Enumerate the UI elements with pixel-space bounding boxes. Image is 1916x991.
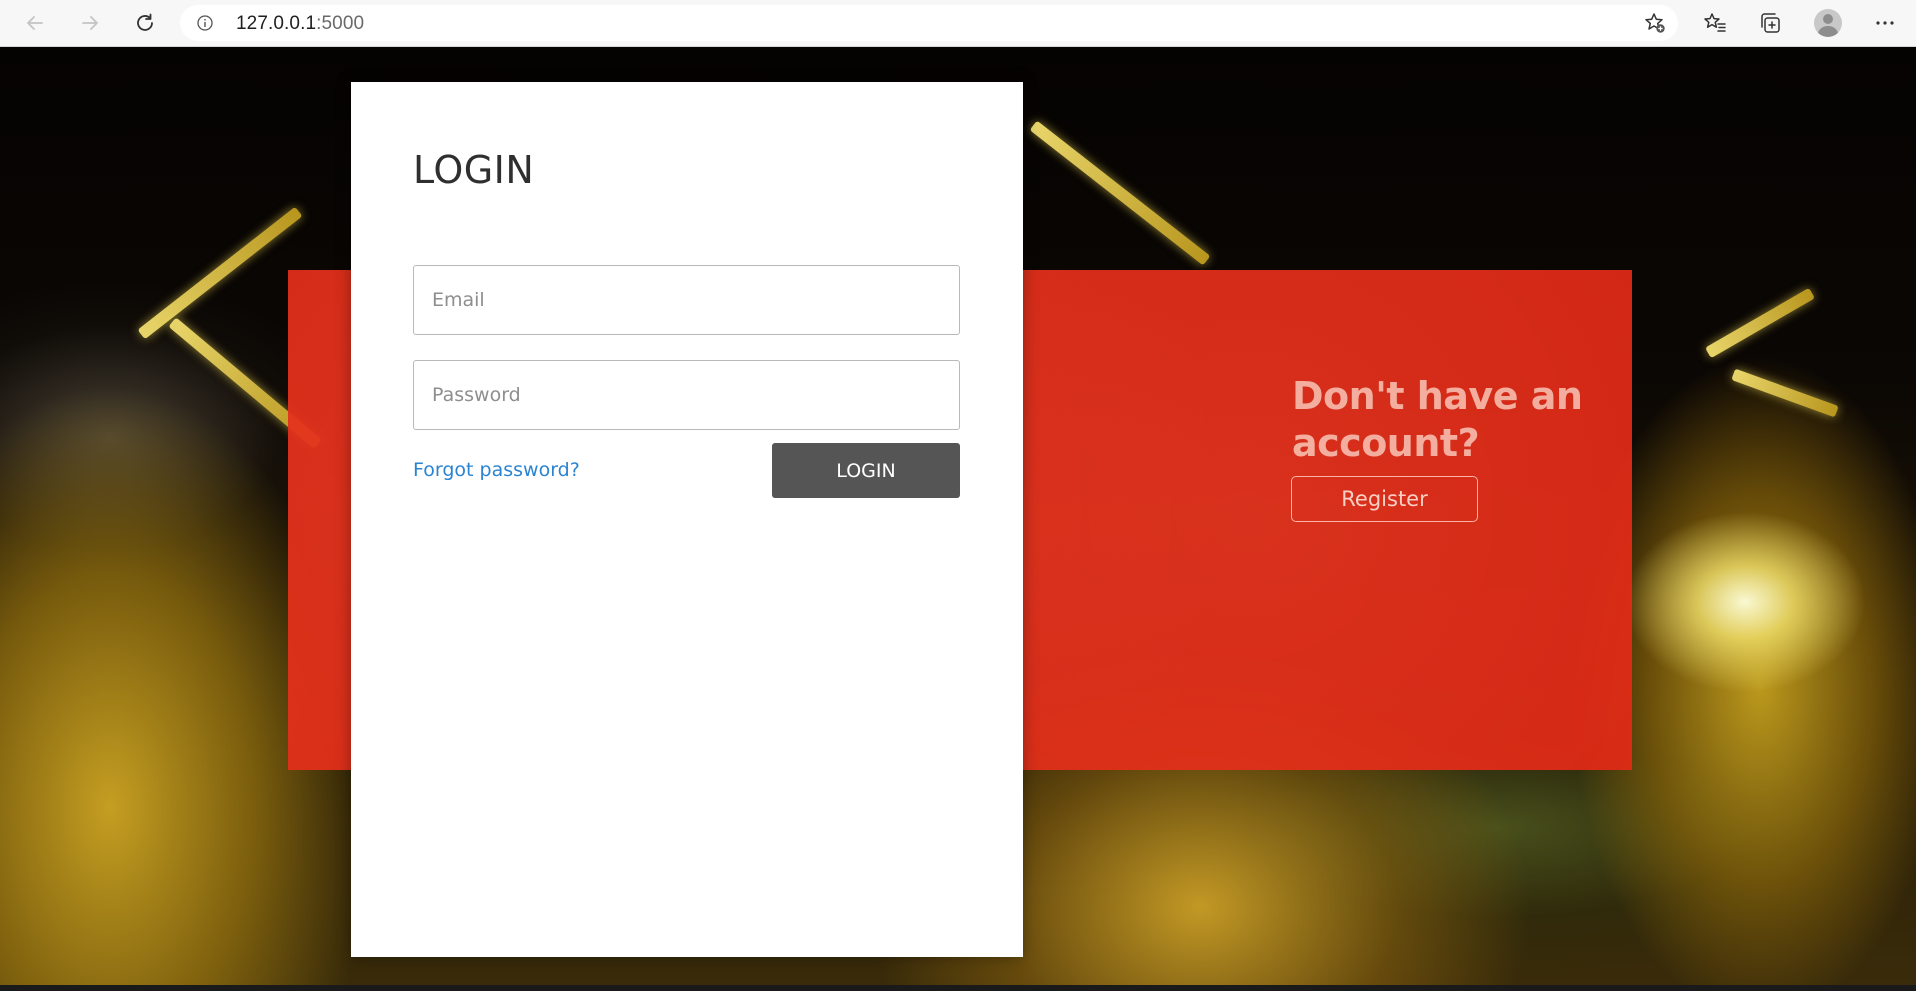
sculpture-bar [1731,368,1839,418]
sculpture-bar [137,206,303,340]
avatar-body [1818,26,1838,37]
arrow-right-icon [82,16,98,30]
favorites-button[interactable] [1699,8,1731,38]
url-text[interactable]: 127.0.0.1:5000 [236,13,364,35]
login-button[interactable]: LOGIN [772,443,960,498]
email-field[interactable] [413,265,960,335]
login-title: LOGIN [413,148,535,192]
password-field[interactable] [413,360,960,430]
settings-menu-button[interactable] [1869,8,1901,38]
browser-toolbar: 127.0.0.1:5000 [0,0,1916,47]
forgot-password-link[interactable]: Forgot password? [413,459,580,481]
info-icon[interactable] [197,15,213,31]
page-bottom-strip [0,985,1916,991]
star-plus-icon [1645,13,1665,33]
favorites-icon [1704,13,1726,32]
back-button[interactable] [19,8,51,38]
arrow-left-icon [27,16,43,30]
page-viewport: Don't have an account? Register LOGIN Fo… [0,47,1916,991]
register-button[interactable]: Register [1291,476,1478,522]
sculpture-bar [1705,287,1815,359]
signup-prompt: Don't have an account? [1292,374,1583,465]
url-host: 127.0.0.1 [236,13,317,34]
url-port: :5000 [316,13,365,34]
address-bar[interactable]: 127.0.0.1:5000 [180,5,1678,41]
add-favorite-button[interactable] [1640,9,1670,37]
collections-button[interactable] [1754,8,1786,38]
ellipsis-icon [1876,21,1894,25]
profile-avatar[interactable] [1814,9,1842,37]
reload-button[interactable] [129,8,161,38]
forward-button[interactable] [74,8,106,38]
sculpture-bar [1029,120,1211,266]
collections-icon [1761,13,1780,33]
avatar-head [1823,14,1833,24]
login-card: LOGIN Forgot password? LOGIN [351,82,1023,957]
reload-icon [137,13,153,31]
